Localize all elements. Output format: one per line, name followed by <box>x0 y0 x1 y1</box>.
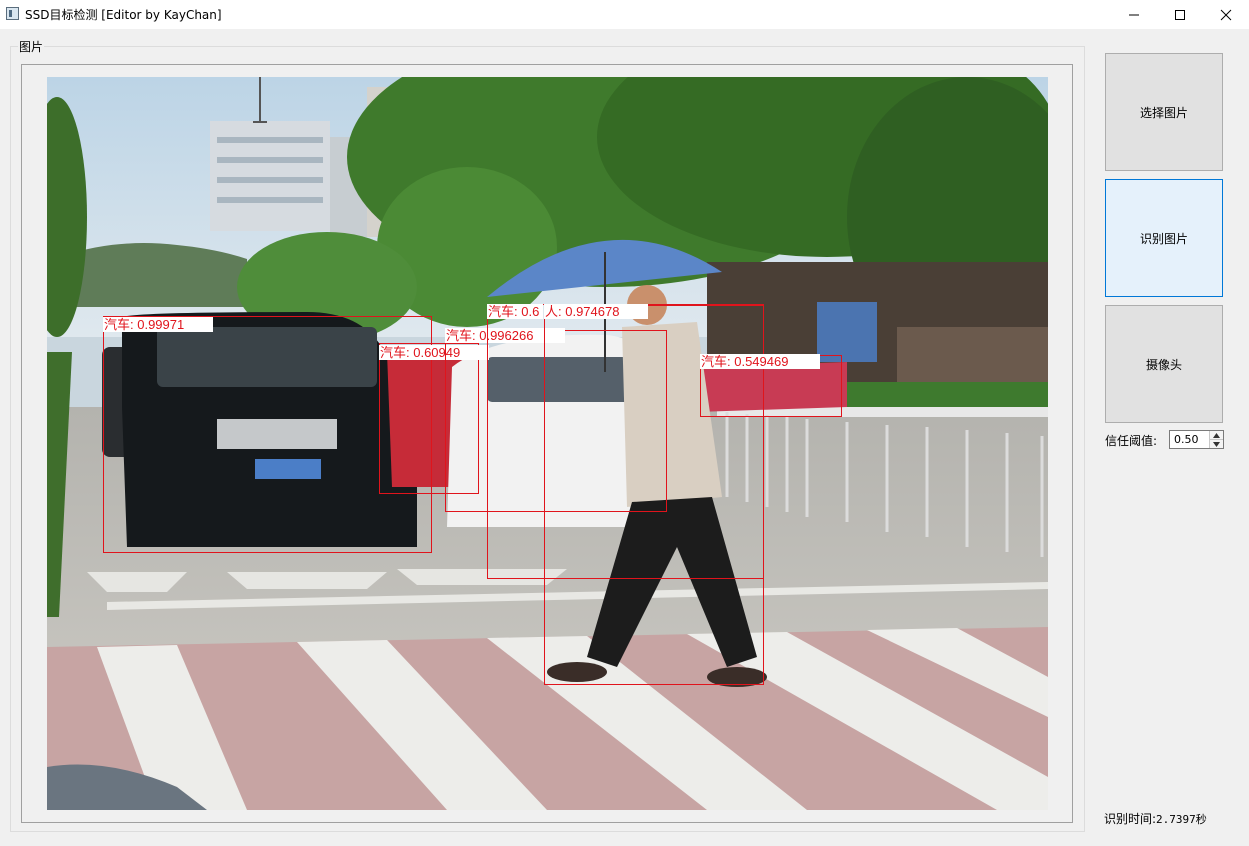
minimize-icon <box>1129 14 1139 15</box>
detection-time: 识别时间:2.7397秒 <box>1104 810 1207 827</box>
window-title: SSD目标检测 [Editor by KayChan] <box>25 8 222 22</box>
close-button[interactable] <box>1203 0 1249 29</box>
threshold-spinbox[interactable]: 0.50 <box>1169 430 1224 449</box>
spin-up-button[interactable] <box>1209 431 1223 440</box>
detection-label-car-5: 汽车: 0.549469 <box>700 354 820 369</box>
threshold-label: 信任阈值: <box>1105 434 1158 448</box>
image-group-label: 图片 <box>18 38 45 55</box>
detection-label-car-1: 汽车: 0.99971 <box>103 317 213 332</box>
spin-down-button[interactable] <box>1209 440 1223 448</box>
chevron-down-icon <box>1213 441 1220 447</box>
select-image-button[interactable]: 选择图片 <box>1105 53 1223 171</box>
maximize-icon <box>1175 9 1185 20</box>
detection-label-person: 人: 0.974678 <box>544 304 648 319</box>
maximize-button[interactable] <box>1157 0 1203 29</box>
minimize-button[interactable] <box>1111 0 1157 29</box>
chevron-up-icon <box>1213 432 1220 438</box>
detection-time-label: 识别时间: <box>1104 812 1157 826</box>
camera-button[interactable]: 摄像头 <box>1105 305 1223 423</box>
detection-label-car-4: 汽车: 0.6 <box>487 304 543 319</box>
threshold-value[interactable]: 0.50 <box>1174 433 1199 446</box>
close-icon <box>1220 9 1232 20</box>
app-window-icon <box>6 7 19 20</box>
detect-image-button[interactable]: 识别图片 <box>1105 179 1223 297</box>
title-bar: SSD目标检测 [Editor by KayChan] <box>0 0 1249 29</box>
detection-time-value: 2.7397秒 <box>1156 813 1207 826</box>
detection-image: 汽车: 0.99971 汽车: 0.60949 汽车: 0.996266 汽车:… <box>47 77 1048 810</box>
